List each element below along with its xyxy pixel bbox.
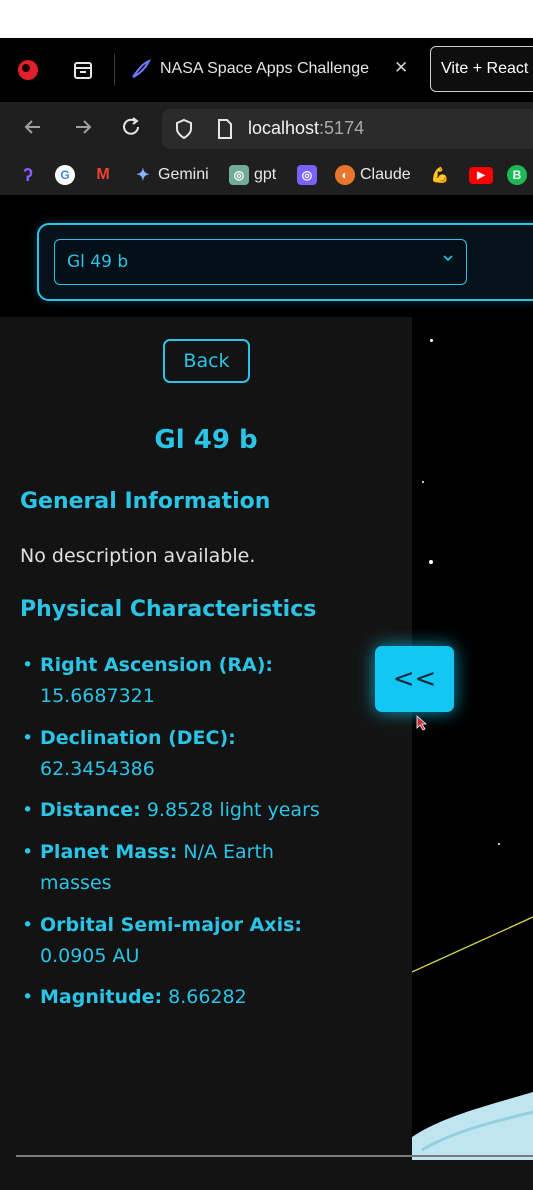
bookmark-label: Gemini	[158, 166, 209, 183]
chevron-down-icon	[442, 252, 454, 267]
tab-vite-react[interactable]: Vite + React	[430, 46, 533, 92]
bookmark-muscle[interactable]: 💪	[430, 164, 455, 186]
reload-icon[interactable]	[120, 116, 142, 143]
url-port: :5174	[319, 118, 365, 138]
firefox-account-icon[interactable]	[16, 58, 40, 82]
muscle-icon: 💪	[430, 167, 450, 184]
bookmark-label: gpt	[254, 166, 277, 183]
bookmark-p[interactable]: ʔ	[18, 164, 43, 186]
chatgpt-purple-icon: ◎	[297, 165, 317, 185]
app-viewport: Gl 49 b Back Gl 49 b General Information…	[0, 195, 533, 1190]
property-right-ascension: Right Ascension (RA): 15.6687321	[20, 650, 400, 712]
selected-planet: Gl 49 b	[67, 252, 129, 272]
bookmark-gmail[interactable]: M	[93, 164, 118, 186]
back-button[interactable]: Back	[163, 339, 250, 383]
bottom-strip	[0, 1160, 533, 1190]
physical-characteristics-heading: Physical Characteristics	[20, 597, 317, 622]
planet-surface	[412, 1092, 533, 1160]
orbit-line	[412, 916, 533, 973]
back-arrow-icon[interactable]	[22, 116, 44, 143]
page-info-icon[interactable]	[216, 118, 234, 144]
property-magnitude: Magnitude: 8.66282	[20, 982, 400, 1013]
url-text[interactable]: localhost:5174	[248, 118, 364, 139]
gemini-icon: ✦	[136, 167, 150, 184]
bookmark-gemini[interactable]: ✦ Gemini	[133, 164, 209, 186]
bookmark-b[interactable]: B	[507, 164, 532, 186]
property-label: Orbital Semi-major Axis:	[40, 914, 302, 936]
collapse-sidebar-button[interactable]: <<	[375, 646, 454, 712]
p-icon: ʔ	[22, 164, 33, 185]
bookmark-label: Claude	[360, 166, 411, 183]
property-distance: Distance: 9.8528 light years	[20, 795, 400, 826]
scroll-divider	[16, 1155, 533, 1157]
space-scene[interactable]	[412, 317, 533, 1160]
orbit-and-planet	[412, 916, 533, 1160]
chatgpt-icon: ◎	[229, 165, 249, 185]
browser-chrome: NASA Space Apps Challenge ✕ Vite + React…	[0, 38, 533, 196]
property-semi-major-axis: Orbital Semi-major Axis: 0.0905 AU	[20, 910, 400, 972]
bookmark-chatgpt-purple[interactable]: ◎	[297, 164, 322, 186]
planet-select[interactable]: Gl 49 b	[54, 239, 467, 285]
tab-separator	[114, 54, 115, 86]
property-value: 15.6687321	[40, 685, 155, 707]
youtube-icon: ▶	[469, 166, 493, 184]
tab-title: NASA Space Apps Challenge	[160, 60, 370, 77]
close-tab-icon[interactable]: ✕	[394, 58, 408, 78]
tab-overview-icon[interactable]	[70, 58, 96, 82]
bookmarks-bar: ʔ G M ✦ Gemini ◎ gpt ◎ ◐ Claude 💪 ▶ B	[0, 154, 533, 196]
gmail-icon: M	[96, 166, 110, 183]
property-planet-mass: Planet Mass: N/A Earth masses	[20, 837, 350, 899]
property-value: 8.66282	[168, 986, 247, 1008]
planet-selector-panel: Gl 49 b	[37, 223, 533, 301]
tab-nasa-space-apps[interactable]: NASA Space Apps Challenge ✕	[114, 50, 424, 90]
url-host: localhost	[248, 118, 320, 138]
property-value: 9.8528 light years	[146, 799, 320, 821]
mouse-cursor-icon	[416, 715, 428, 735]
b-icon: B	[507, 165, 527, 185]
property-label: Planet Mass:	[40, 841, 178, 863]
nasa-feather-icon	[130, 58, 152, 85]
planet-description: No description available.	[20, 545, 256, 567]
shield-icon[interactable]	[174, 118, 194, 144]
bookmark-google[interactable]: G	[55, 164, 80, 186]
property-label: Right Ascension (RA):	[40, 654, 273, 676]
property-declination: Declination (DEC): 62.3454386	[20, 723, 400, 785]
forward-arrow-icon[interactable]	[72, 116, 94, 143]
google-icon: G	[55, 165, 75, 185]
tab-title: Vite + React	[441, 60, 529, 77]
claude-icon: ◐	[335, 165, 355, 185]
bookmark-gpt[interactable]: ◎ gpt	[229, 164, 276, 186]
planet-details-sidebar: Back Gl 49 b General Information No desc…	[0, 317, 412, 1160]
window-top-strip	[0, 0, 533, 38]
property-label: Declination (DEC):	[40, 727, 236, 749]
bookmark-youtube[interactable]: ▶	[469, 164, 498, 186]
property-label: Magnitude:	[40, 986, 163, 1008]
property-value: 62.3454386	[40, 758, 155, 780]
property-value: 0.0905 AU	[40, 945, 140, 967]
property-label: Distance:	[40, 799, 141, 821]
general-info-heading: General Information	[20, 489, 271, 514]
planet-title: Gl 49 b	[154, 425, 258, 455]
tab-bar: NASA Space Apps Challenge ✕ Vite + React	[0, 38, 533, 102]
bookmark-claude[interactable]: ◐ Claude	[335, 164, 411, 186]
